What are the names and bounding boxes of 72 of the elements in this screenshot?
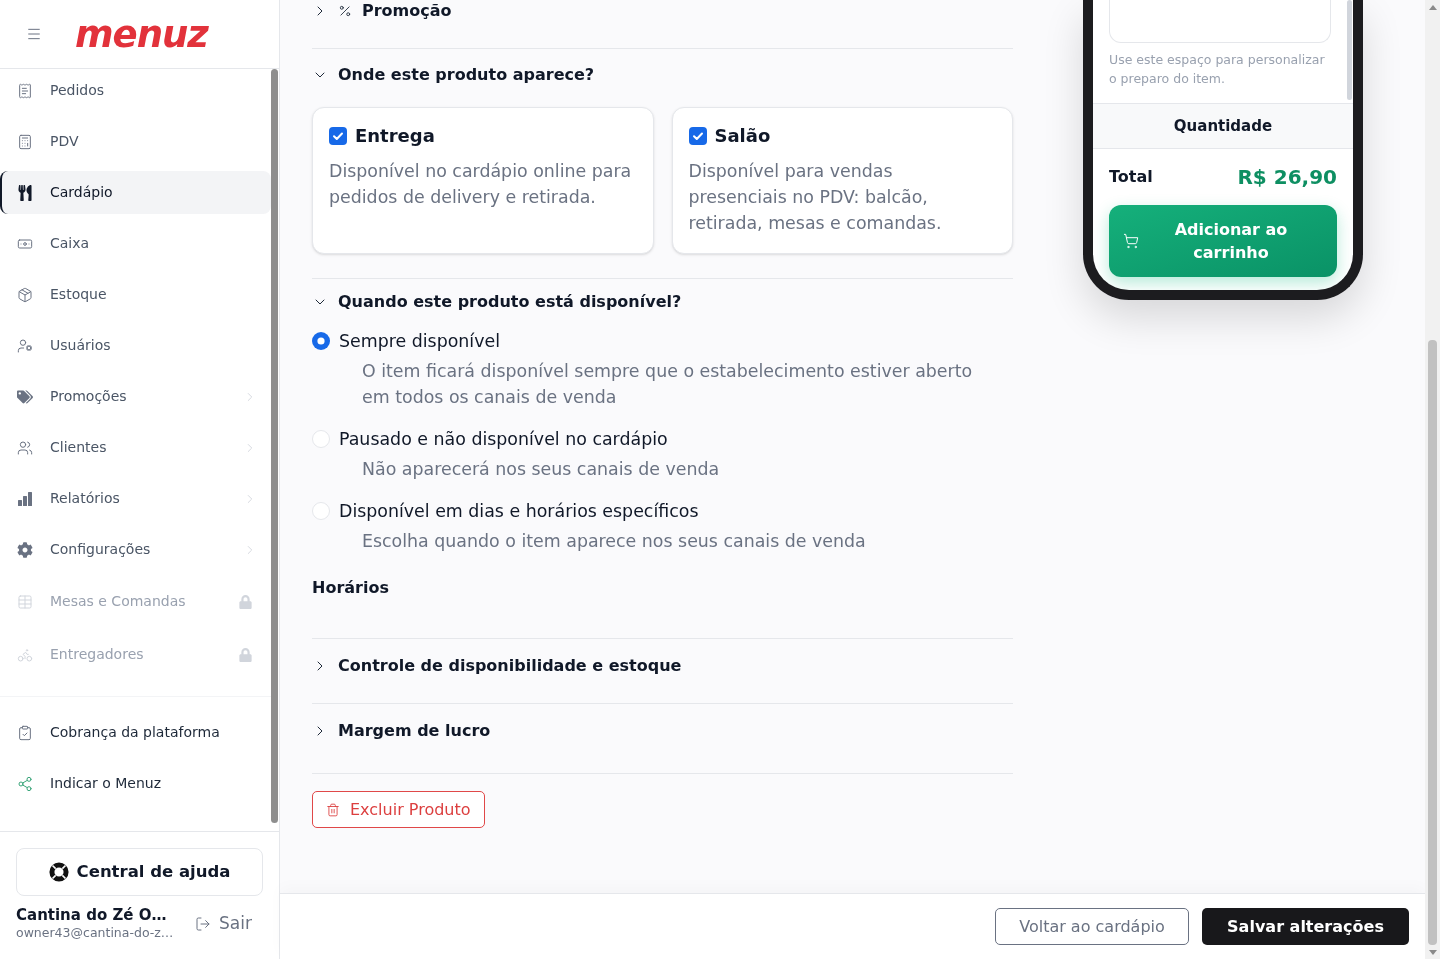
share-icon: [17, 775, 33, 792]
channel-description: Disponível para vendas presenciais no PDV: balcão, retirada, mesas e comandas.: [688, 160, 943, 235]
nav-item[interactable]: Pedidos: [0, 69, 271, 112]
section-toggle[interactable]: Margem de lucro: [312, 720, 491, 742]
nav-item[interactable]: Usuários: [0, 324, 271, 367]
nav-item[interactable]: Relatórios: [0, 477, 271, 520]
checkbox[interactable]: [329, 127, 347, 145]
schedule-title: Horários: [312, 577, 390, 599]
option-description: Escolha quando o item aparece nos seus canais de venda: [362, 530, 867, 553]
nav-item[interactable]: Estoque: [0, 273, 271, 316]
option-label: Disponível em dias e horários específicos: [339, 500, 699, 523]
user-gear-icon: [17, 337, 33, 354]
save-button[interactable]: Salvar alterações: [1202, 908, 1409, 945]
radio-button[interactable]: [312, 332, 330, 350]
nav-item[interactable]: PDV: [0, 120, 271, 163]
account-email: owner43@cantina-do-z…: [16, 924, 174, 941]
lock-icon: [239, 594, 252, 609]
channel-description: Disponível no cardápio online para pedidos de delivery e retirada.: [329, 160, 633, 209]
account-name: Cantina do Zé O…: [16, 906, 168, 924]
nav-item[interactable]: Caixa: [0, 222, 271, 265]
notes-hint: Use este espaço para personalizar o preparo do item.: [1109, 51, 1326, 88]
nav-item[interactable]: Configurações: [0, 528, 271, 571]
checkbox[interactable]: [688, 127, 707, 145]
scrollbar-thumb[interactable]: [271, 69, 278, 823]
section-toggle[interactable]: Promoção: [312, 0, 452, 22]
table-grid-icon: [17, 593, 33, 610]
calculator-icon: [17, 133, 33, 150]
option-description: O item ficará disponível sempre que o estabelecimento estiver aberto em todos os canais de venda: [362, 360, 974, 409]
help-button[interactable]: Central de ajuda: [16, 848, 263, 896]
section-toggle[interactable]: Quando este produto está disponível?: [312, 291, 682, 313]
section-toggle[interactable]: Onde este produto aparece?: [312, 64, 595, 86]
utensils-icon: [17, 184, 33, 201]
percent-icon: [338, 4, 352, 18]
option-label: Pausado e não disponível no cardápio: [339, 428, 668, 451]
total-value: R$ 26,90: [1237, 164, 1337, 191]
bicycle-icon: [17, 646, 33, 663]
menu-icon[interactable]: [26, 26, 42, 42]
nav-item[interactable]: Cardápio: [0, 171, 271, 214]
radio-button[interactable]: [312, 502, 330, 520]
settings-icon: [17, 541, 33, 558]
nav-item[interactable]: Clientes: [0, 426, 271, 469]
scroll-down-icon[interactable]: [1428, 949, 1437, 955]
scrollbar-thumb[interactable]: [1347, 0, 1352, 100]
receipt-icon: [17, 82, 33, 99]
tags-icon: [17, 388, 33, 405]
channel-title: Entrega: [355, 125, 435, 147]
lifebuoy-icon: [48, 862, 69, 882]
option-description: Não aparecerá nos seus canais de venda: [362, 458, 721, 481]
radio-button[interactable]: [312, 430, 330, 448]
notes-field[interactable]: [1109, 0, 1331, 43]
nav-item[interactable]: Cobrança da plataforma: [0, 711, 271, 754]
scrollbar-thumb[interactable]: [1428, 340, 1437, 945]
box-icon: [17, 286, 33, 303]
scroll-up-icon[interactable]: [1428, 5, 1437, 10]
channel-title: Salão: [714, 125, 771, 147]
option-label: Sempre disponível: [339, 330, 500, 353]
total-label: Total: [1109, 166, 1153, 188]
logo: menuz: [75, 15, 208, 53]
nav-item[interactable]: Promoções: [0, 375, 271, 418]
lock-icon: [239, 647, 252, 662]
back-button[interactable]: Voltar ao cardápio: [995, 908, 1189, 945]
users-icon: [17, 439, 33, 456]
quantity-bar: Quantidade: [1093, 103, 1353, 149]
clipboard-check-icon: [17, 724, 33, 741]
trash-icon: [326, 802, 340, 817]
section-toggle[interactable]: Controle de disponibilidade e estoque: [312, 655, 682, 677]
nav-item[interactable]: Indicar o Menuz: [0, 762, 271, 805]
logout-button[interactable]: Sair: [195, 910, 252, 937]
delete-button[interactable]: Excluir Produto: [312, 791, 485, 828]
logout-icon: [195, 915, 212, 932]
cart-icon: [1123, 233, 1139, 249]
bar-chart-icon: [17, 490, 33, 507]
